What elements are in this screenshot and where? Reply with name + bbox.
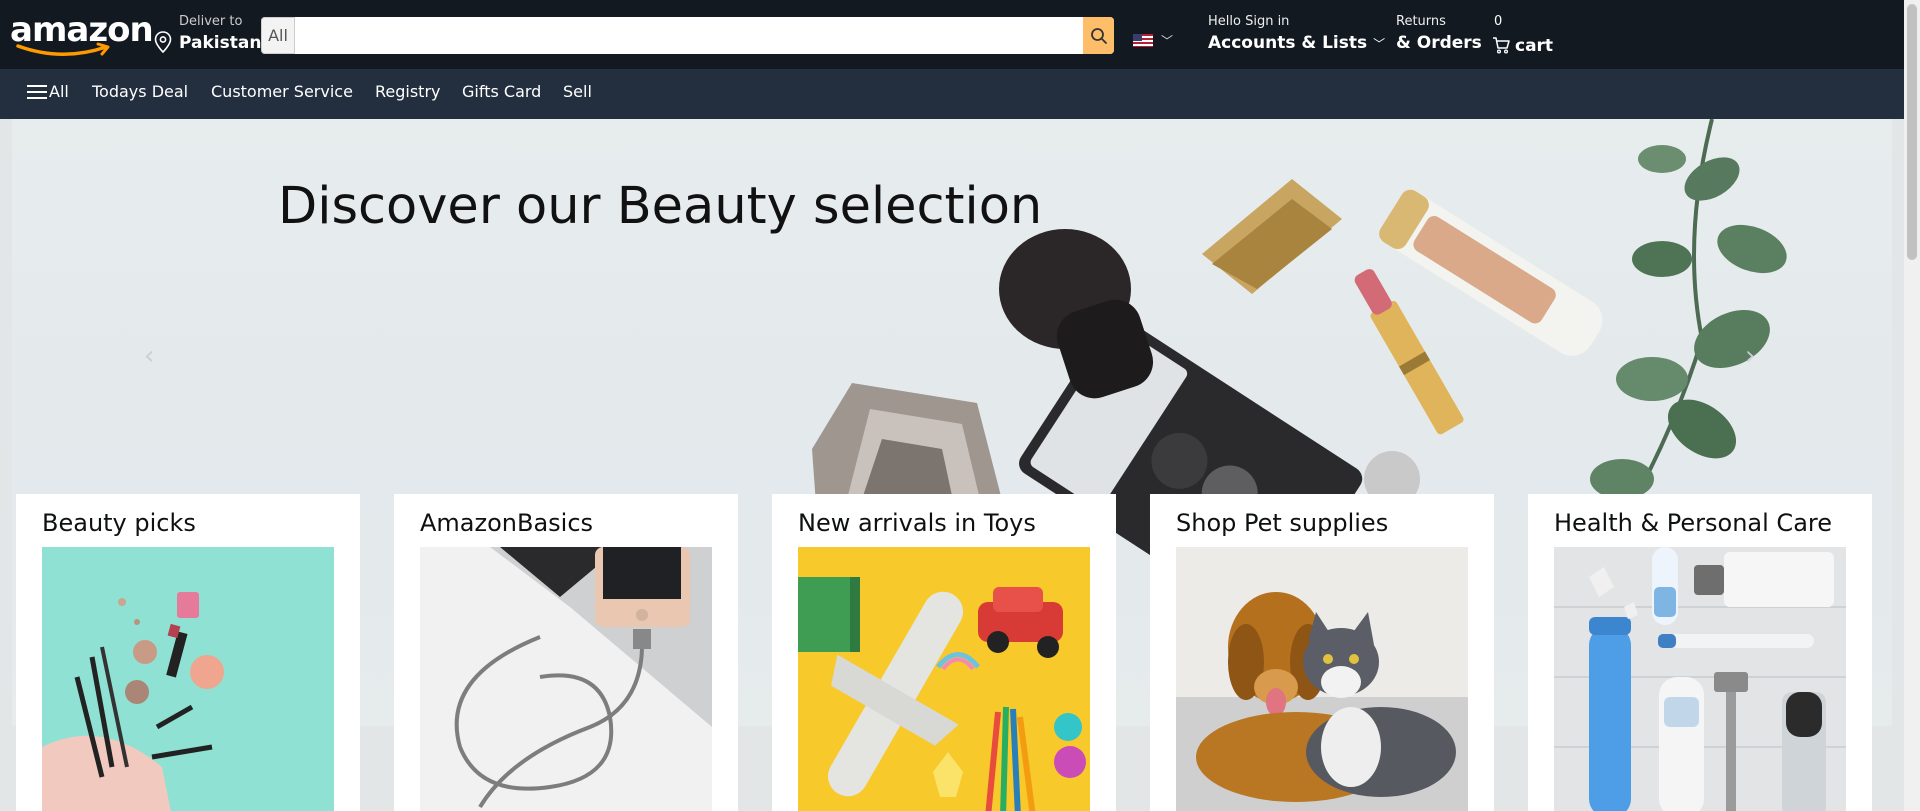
- carousel-prev-button[interactable]: ‹: [144, 341, 154, 371]
- nav-todays-deal[interactable]: Todays Deal: [92, 82, 188, 101]
- us-flag-icon: [1133, 34, 1153, 47]
- hero-title: Discover our Beauty selection: [278, 177, 1043, 236]
- search-icon: [1090, 27, 1107, 44]
- language-selector[interactable]: ﹀: [1133, 32, 1178, 48]
- search-bar: All: [261, 17, 1114, 54]
- cart-icon: [1493, 37, 1510, 54]
- amazon-logo[interactable]: amazon: [10, 10, 154, 58]
- card-title: AmazonBasics: [420, 509, 594, 537]
- deliver-country: Pakistan: [179, 33, 262, 53]
- cart-label: cart: [1515, 36, 1554, 56]
- card-title: Beauty picks: [42, 509, 196, 537]
- carousel-next-button[interactable]: ›: [1745, 341, 1755, 371]
- chevron-down-icon: ﹀: [1161, 34, 1174, 48]
- dog-cat-illustration: [1176, 547, 1468, 811]
- card-health-personal-care[interactable]: Health & Personal Care: [1528, 494, 1872, 811]
- card-title: Shop Pet supplies: [1176, 509, 1389, 537]
- toys-illustration: [798, 577, 1086, 811]
- chevron-down-icon: ﹀: [1373, 37, 1386, 51]
- search-category-select[interactable]: All: [261, 17, 295, 54]
- search-input[interactable]: [297, 19, 1041, 52]
- page-scrollbar[interactable]: [1904, 0, 1920, 811]
- secondary-navbar: All Todays Deal Customer Service Registr…: [0, 69, 1904, 119]
- orders-label: & Orders: [1396, 33, 1482, 53]
- card-toys[interactable]: New arrivals in Toys: [772, 494, 1116, 811]
- toys-image[interactable]: [798, 547, 1090, 811]
- personal-care-illustration: [1554, 547, 1846, 811]
- health-care-image[interactable]: [1554, 547, 1846, 811]
- cable-illustration: [454, 547, 712, 809]
- card-title: Health & Personal Care: [1554, 509, 1833, 537]
- pet-supplies-image[interactable]: [1176, 547, 1468, 811]
- all-menu-button[interactable]: All: [27, 82, 69, 101]
- nav-customer-service[interactable]: Customer Service: [211, 82, 353, 101]
- makeup-illustration: [42, 592, 224, 811]
- card-pet-supplies[interactable]: Shop Pet supplies: [1150, 494, 1494, 811]
- all-menu-label: All: [49, 82, 69, 101]
- hamburger-icon: [27, 84, 47, 99]
- page: amazon Deliver to Pakistan All ﹀ Hello S…: [0, 0, 1920, 811]
- nav-gifts-card[interactable]: Gifts Card: [462, 82, 541, 101]
- account-lists-label: Accounts & Lists ﹀: [1208, 33, 1385, 53]
- card-amazonbasics[interactable]: AmazonBasics: [394, 494, 738, 811]
- smile-arrow-icon: [16, 42, 110, 56]
- location-pin-icon: [154, 31, 172, 53]
- returns-orders[interactable]: Returns & Orders: [1396, 14, 1482, 53]
- account-greeting: Hello Sign in: [1208, 14, 1290, 29]
- beauty-picks-image[interactable]: [42, 547, 334, 811]
- card-title: New arrivals in Toys: [798, 509, 1036, 537]
- cart-button[interactable]: 0 cart: [1492, 14, 1572, 58]
- account-menu[interactable]: Hello Sign in Accounts & Lists ﹀: [1208, 14, 1385, 53]
- amazonbasics-image[interactable]: [420, 547, 712, 811]
- returns-label: Returns: [1396, 14, 1446, 29]
- deliver-label: Deliver to: [179, 14, 243, 29]
- account-lists-text: Accounts & Lists: [1208, 33, 1368, 53]
- search-button[interactable]: [1083, 17, 1114, 54]
- top-navbar: amazon Deliver to Pakistan All ﹀ Hello S…: [0, 0, 1904, 69]
- scrollbar-thumb[interactable]: [1907, 4, 1917, 260]
- nav-sell[interactable]: Sell: [563, 82, 592, 101]
- card-beauty-picks[interactable]: Beauty picks: [16, 494, 360, 811]
- nav-registry[interactable]: Registry: [375, 82, 441, 101]
- cart-count: 0: [1494, 14, 1503, 29]
